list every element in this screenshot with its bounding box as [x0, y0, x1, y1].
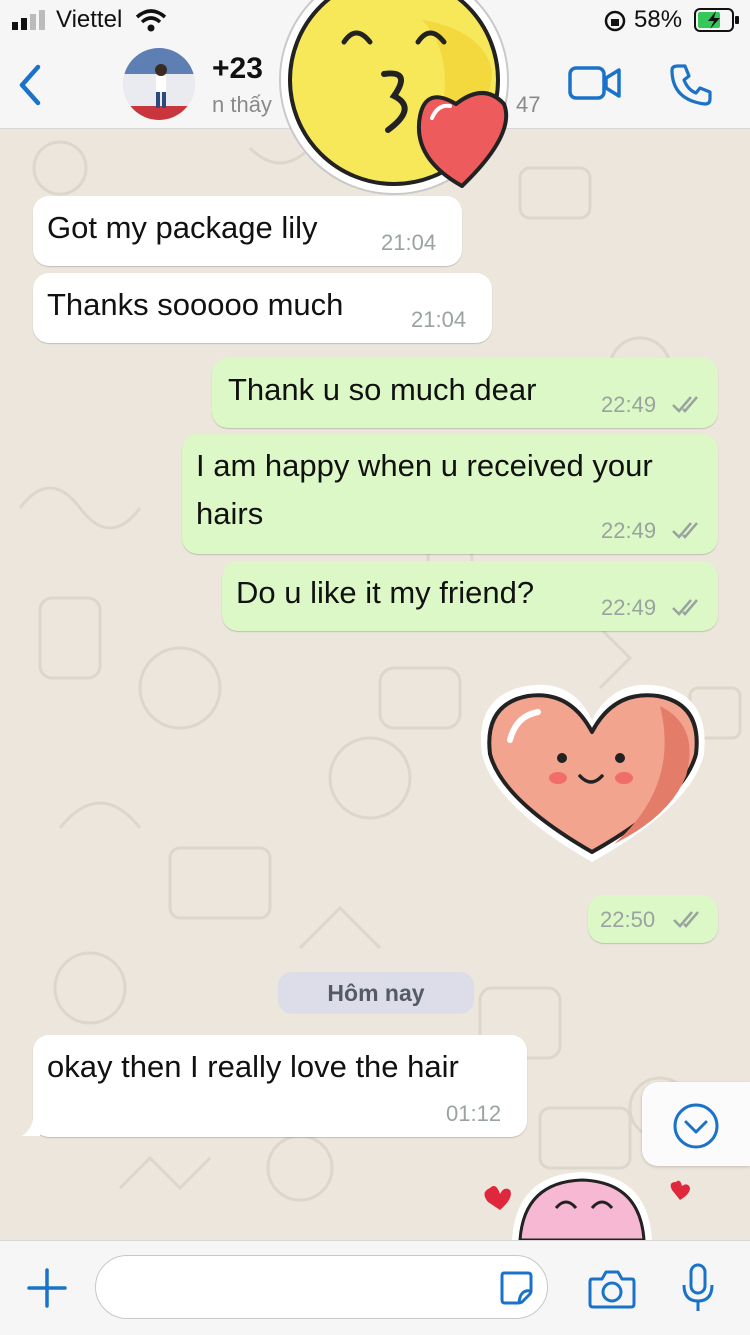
date-separator: Hôm nay — [278, 972, 474, 1014]
kiss-emoji-sticker[interactable] — [272, 0, 532, 200]
message-time: 21:04 — [411, 307, 467, 332]
orientation-lock-icon — [604, 10, 626, 32]
heart-sticker[interactable] — [474, 676, 714, 872]
read-ticks-icon — [672, 396, 698, 413]
message-bubble-incoming[interactable]: okay then I really love the hair 01:12 — [33, 1035, 527, 1137]
plus-icon[interactable] — [26, 1267, 68, 1309]
message-input-bar — [0, 1240, 750, 1335]
message-text: Do u like it my friend? — [236, 575, 535, 610]
message-time: 01:12 — [446, 1101, 502, 1126]
message-input-field[interactable] — [95, 1255, 548, 1319]
message-time: 21:04 — [381, 230, 437, 255]
message-time: 22:49 — [601, 595, 657, 620]
battery-percentage: 58% — [634, 6, 683, 33]
message-time: 22:49 — [601, 392, 657, 417]
message-bubble-outgoing[interactable]: Do u like it my friend? 22:49 — [222, 561, 718, 631]
message-time: 22:49 — [601, 518, 657, 543]
sticker-time-bubble: 22:50 — [588, 895, 718, 943]
back-icon[interactable] — [16, 64, 44, 106]
microphone-icon[interactable] — [680, 1263, 716, 1315]
message-input[interactable] — [116, 1256, 500, 1318]
voice-call-icon[interactable] — [668, 62, 712, 106]
avatar[interactable] — [123, 48, 195, 120]
wifi-icon — [135, 9, 167, 32]
contact-name[interactable]: +23 — [212, 52, 263, 86]
signal-icon — [12, 10, 45, 30]
contact-status: n thấy — [212, 92, 272, 117]
message-time: 22:50 — [600, 907, 656, 932]
read-ticks-icon — [672, 522, 698, 539]
message-text: Thanks sooooo much — [47, 287, 344, 322]
read-ticks-icon — [672, 599, 698, 616]
video-call-icon[interactable] — [568, 64, 622, 102]
avatar-image — [123, 48, 195, 120]
sticker-icon[interactable] — [498, 1269, 534, 1305]
message-bubble-outgoing[interactable]: I am happy when u received your hairs 22… — [182, 434, 718, 554]
camera-icon[interactable] — [588, 1269, 636, 1309]
read-ticks-icon — [673, 911, 699, 928]
scroll-to-bottom-button[interactable] — [642, 1082, 750, 1166]
message-text: Got my package lily — [47, 210, 318, 245]
bubble-tail — [22, 1110, 40, 1136]
message-text: okay then I really love the hair — [47, 1049, 459, 1084]
battery-charging-icon — [694, 8, 739, 32]
message-bubble-incoming[interactable]: Thanks sooooo much 21:04 — [33, 273, 492, 343]
message-text: Thank u so much dear — [228, 372, 537, 407]
carrier-name: Viettel — [56, 6, 123, 33]
pink-character-sticker[interactable] — [476, 1168, 706, 1240]
message-bubble-incoming[interactable]: Got my package lily 21:04 — [33, 196, 462, 266]
chevron-down-icon — [673, 1103, 719, 1149]
message-bubble-outgoing[interactable]: Thank u so much dear 22:49 — [212, 358, 718, 428]
